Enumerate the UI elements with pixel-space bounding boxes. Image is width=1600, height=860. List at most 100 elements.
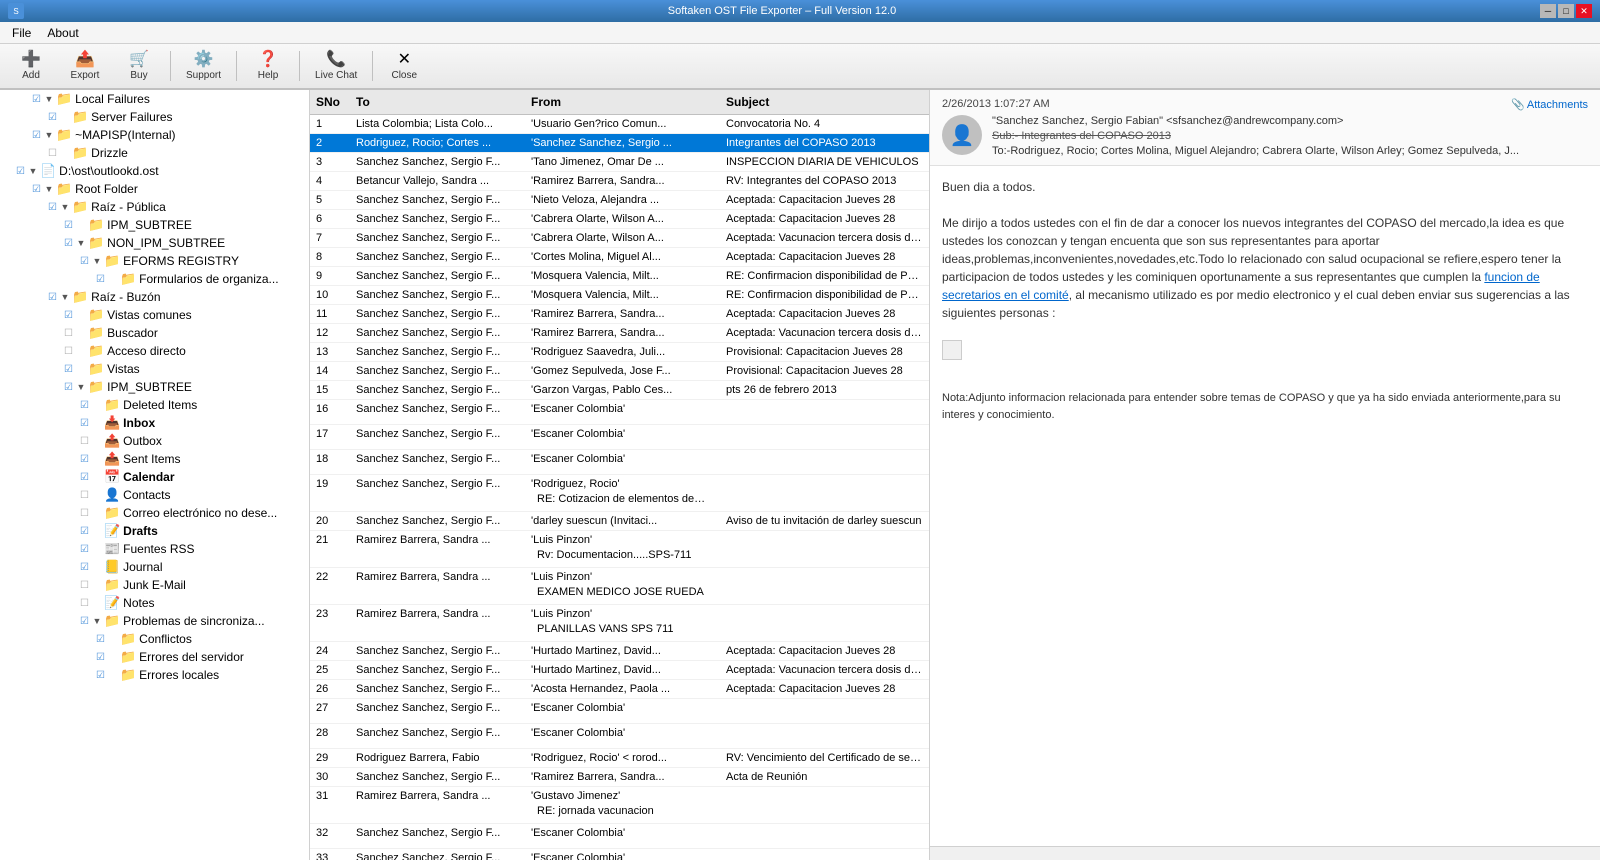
table-row[interactable]: 31 Ramirez Barrera, Sandra ... 'Gustavo … xyxy=(310,787,929,824)
cell-sno: 29 xyxy=(310,749,350,767)
sidebar-item-root-folder[interactable]: ☑▼📁Root Folder xyxy=(0,180,309,198)
sidebar-item-deleted-items[interactable]: ☑📁Deleted Items xyxy=(0,396,309,414)
sidebar-item-drizzle[interactable]: ☐📁Drizzle xyxy=(0,144,309,162)
sidebar-item-buscador[interactable]: ☐📁Buscador xyxy=(0,324,309,342)
preview-scrollbar-x[interactable] xyxy=(930,846,1600,860)
table-row[interactable]: 22 Ramirez Barrera, Sandra ... 'Luis Pin… xyxy=(310,568,929,605)
copaso-link[interactable]: funcion de secretarios en el comité xyxy=(942,270,1540,302)
table-row[interactable]: 21 Ramirez Barrera, Sandra ... 'Luis Pin… xyxy=(310,531,929,568)
sidebar-item-contacts[interactable]: ☐👤Contacts xyxy=(0,486,309,504)
help-button[interactable]: ❓ Help xyxy=(243,47,293,85)
table-row[interactable]: 27 Sanchez Sanchez, Sergio F... 'Escaner… xyxy=(310,699,929,724)
sidebar-item-ost-file[interactable]: ☑▼📄D:\ost\outlookd.ost xyxy=(0,162,309,180)
table-row[interactable]: 33 Sanchez Sanchez, Sergio F... 'Escaner… xyxy=(310,849,929,860)
sidebar-item-problemas[interactable]: ☑▼📁Problemas de sincroniza... xyxy=(0,612,309,630)
sidebar-item-eforms-registry[interactable]: ☑▼📁EFORMS REGISTRY xyxy=(0,252,309,270)
export-icon: 📤 xyxy=(75,52,95,68)
tree-toggle[interactable]: ▼ xyxy=(90,254,104,268)
tree-toggle[interactable]: ▼ xyxy=(58,290,72,304)
sidebar-item-sent-items[interactable]: ☑📤Sent Items xyxy=(0,450,309,468)
table-row[interactable]: 20 Sanchez Sanchez, Sergio F... 'darley … xyxy=(310,512,929,531)
sidebar-item-raiz-publica[interactable]: ☑▼📁Raíz - Pública xyxy=(0,198,309,216)
support-button[interactable]: ⚙️ Support xyxy=(177,47,230,85)
export-button[interactable]: 📤 Export xyxy=(60,47,110,85)
table-row[interactable]: 10 Sanchez Sanchez, Sergio F... 'Mosquer… xyxy=(310,286,929,305)
sidebar-item-vistas-comunes[interactable]: ☑📁Vistas comunes xyxy=(0,306,309,324)
sidebar-item-outbox[interactable]: ☐📤Outbox xyxy=(0,432,309,450)
sidebar-item-fuentes-rss[interactable]: ☑📰Fuentes RSS xyxy=(0,540,309,558)
table-row[interactable]: 2 Rodriguez, Rocio; Cortes ... 'Sanchez … xyxy=(310,134,929,153)
menu-about[interactable]: About xyxy=(39,24,86,42)
table-row[interactable]: 12 Sanchez Sanchez, Sergio F... 'Ramirez… xyxy=(310,324,929,343)
maximize-button[interactable]: □ xyxy=(1558,4,1574,18)
table-row[interactable]: 1 Lista Colombia; Lista Colo... 'Usuario… xyxy=(310,115,929,134)
sidebar-item-inbox[interactable]: ☑📥Inbox xyxy=(0,414,309,432)
table-row[interactable]: 26 Sanchez Sanchez, Sergio F... 'Acosta … xyxy=(310,680,929,699)
table-row[interactable]: 7 Sanchez Sanchez, Sergio F... 'Cabrera … xyxy=(310,229,929,248)
tree-toggle[interactable]: ▼ xyxy=(74,236,88,250)
tree-toggle[interactable]: ▼ xyxy=(42,182,56,196)
table-row[interactable]: 17 Sanchez Sanchez, Sergio F... 'Escaner… xyxy=(310,425,929,450)
preview-body: Buen dia a todos. Me dirijo a todos uste… xyxy=(930,166,1600,846)
sidebar-item-non-ipm-subtree[interactable]: ☑▼📁NON_IPM_SUBTREE xyxy=(0,234,309,252)
buy-button[interactable]: 🛒 Buy xyxy=(114,47,164,85)
sidebar-item-ipm-subtree[interactable]: ☑📁IPM_SUBTREE xyxy=(0,216,309,234)
table-row[interactable]: 15 Sanchez Sanchez, Sergio F... 'Garzon … xyxy=(310,381,929,400)
livechat-button[interactable]: 📞 Live Chat xyxy=(306,47,366,85)
table-row[interactable]: 4 Betancur Vallejo, Sandra ... 'Ramirez … xyxy=(310,172,929,191)
table-row[interactable]: 6 Sanchez Sanchez, Sergio F... 'Cabrera … xyxy=(310,210,929,229)
sidebar-item-vistas[interactable]: ☑📁Vistas xyxy=(0,360,309,378)
tree-toggle[interactable]: ▼ xyxy=(42,128,56,142)
table-row[interactable]: 25 Sanchez Sanchez, Sergio F... 'Hurtado… xyxy=(310,661,929,680)
sidebar-item-server-failures[interactable]: ☑📁Server Failures xyxy=(0,108,309,126)
add-button[interactable]: ➕ Add xyxy=(6,47,56,85)
minimize-button[interactable]: ─ xyxy=(1540,4,1556,18)
table-row[interactable]: 13 Sanchez Sanchez, Sergio F... 'Rodrigu… xyxy=(310,343,929,362)
sidebar-item-ipm-subtree2[interactable]: ☑▼📁IPM_SUBTREE xyxy=(0,378,309,396)
close-window-button[interactable]: ✕ xyxy=(1576,4,1592,18)
table-row[interactable]: 32 Sanchez Sanchez, Sergio F... 'Escaner… xyxy=(310,824,929,849)
table-row[interactable]: 23 Ramirez Barrera, Sandra ... 'Luis Pin… xyxy=(310,605,929,642)
cell-sno: 30 xyxy=(310,768,350,786)
sidebar-item-conflictos[interactable]: ☑📁Conflictos xyxy=(0,630,309,648)
table-row[interactable]: 24 Sanchez Sanchez, Sergio F... 'Hurtado… xyxy=(310,642,929,661)
menu-file[interactable]: File xyxy=(4,24,39,42)
sidebar-item-calendar[interactable]: ☑📅Calendar xyxy=(0,468,309,486)
checkbox-checked-icon: ☑ xyxy=(32,184,41,195)
cell-to: Sanchez Sanchez, Sergio F... xyxy=(350,768,525,786)
table-row[interactable]: 29 Rodriguez Barrera, Fabio 'Rodriguez, … xyxy=(310,749,929,768)
table-row[interactable]: 8 Sanchez Sanchez, Sergio F... 'Cortes M… xyxy=(310,248,929,267)
table-row[interactable]: 5 Sanchez Sanchez, Sergio F... 'Nieto Ve… xyxy=(310,191,929,210)
sidebar-item-journal[interactable]: ☑📒Journal xyxy=(0,558,309,576)
table-row[interactable]: 3 Sanchez Sanchez, Sergio F... 'Tano Jim… xyxy=(310,153,929,172)
sidebar-item-formularios[interactable]: ☑📁Formularios de organiza... xyxy=(0,270,309,288)
tree-toggle[interactable]: ▼ xyxy=(90,614,104,628)
close-button[interactable]: ✕ Close xyxy=(379,47,429,85)
table-row[interactable]: 19 Sanchez Sanchez, Sergio F... 'Rodrigu… xyxy=(310,475,929,512)
table-row[interactable]: 16 Sanchez Sanchez, Sergio F... 'Escaner… xyxy=(310,400,929,425)
table-row[interactable]: 9 Sanchez Sanchez, Sergio F... 'Mosquera… xyxy=(310,267,929,286)
tree-toggle[interactable]: ▼ xyxy=(42,92,56,106)
sidebar-item-errores-servidor[interactable]: ☑📁Errores del servidor xyxy=(0,648,309,666)
sidebar-item-mapisp[interactable]: ☑▼📁~MAPISP(Internal) xyxy=(0,126,309,144)
checkbox-checked-icon: ☑ xyxy=(80,256,89,267)
cell-sno: 7 xyxy=(310,229,350,247)
sidebar-item-junk-email[interactable]: ☐📁Junk E-Mail xyxy=(0,576,309,594)
sidebar-item-notes[interactable]: ☐📝Notes xyxy=(0,594,309,612)
table-row[interactable]: 30 Sanchez Sanchez, Sergio F... 'Ramirez… xyxy=(310,768,929,787)
table-row[interactable]: 11 Sanchez Sanchez, Sergio F... 'Ramirez… xyxy=(310,305,929,324)
attachments-link[interactable]: 📎 Attachments xyxy=(1511,98,1588,111)
sidebar-item-raiz-buzon[interactable]: ☑▼📁Raíz - Buzón xyxy=(0,288,309,306)
sidebar-item-local-failures[interactable]: ☑▼📁Local Failures xyxy=(0,90,309,108)
table-row[interactable]: 28 Sanchez Sanchez, Sergio F... 'Escaner… xyxy=(310,724,929,749)
sidebar-item-errores-locales[interactable]: ☑📁Errores locales xyxy=(0,666,309,684)
table-row[interactable]: 18 Sanchez Sanchez, Sergio F... 'Escaner… xyxy=(310,450,929,475)
sidebar-item-acceso-directo[interactable]: ☐📁Acceso directo xyxy=(0,342,309,360)
tree-toggle[interactable]: ▼ xyxy=(58,200,72,214)
sidebar-item-correo[interactable]: ☐📁Correo electrónico no dese... xyxy=(0,504,309,522)
tree-toggle[interactable]: ▼ xyxy=(74,380,88,394)
sidebar-item-drafts[interactable]: ☑📝Drafts xyxy=(0,522,309,540)
tree-toggle[interactable]: ▼ xyxy=(26,164,40,178)
table-row[interactable]: 14 Sanchez Sanchez, Sergio F... 'Gomez S… xyxy=(310,362,929,381)
cell-subject xyxy=(531,714,714,720)
